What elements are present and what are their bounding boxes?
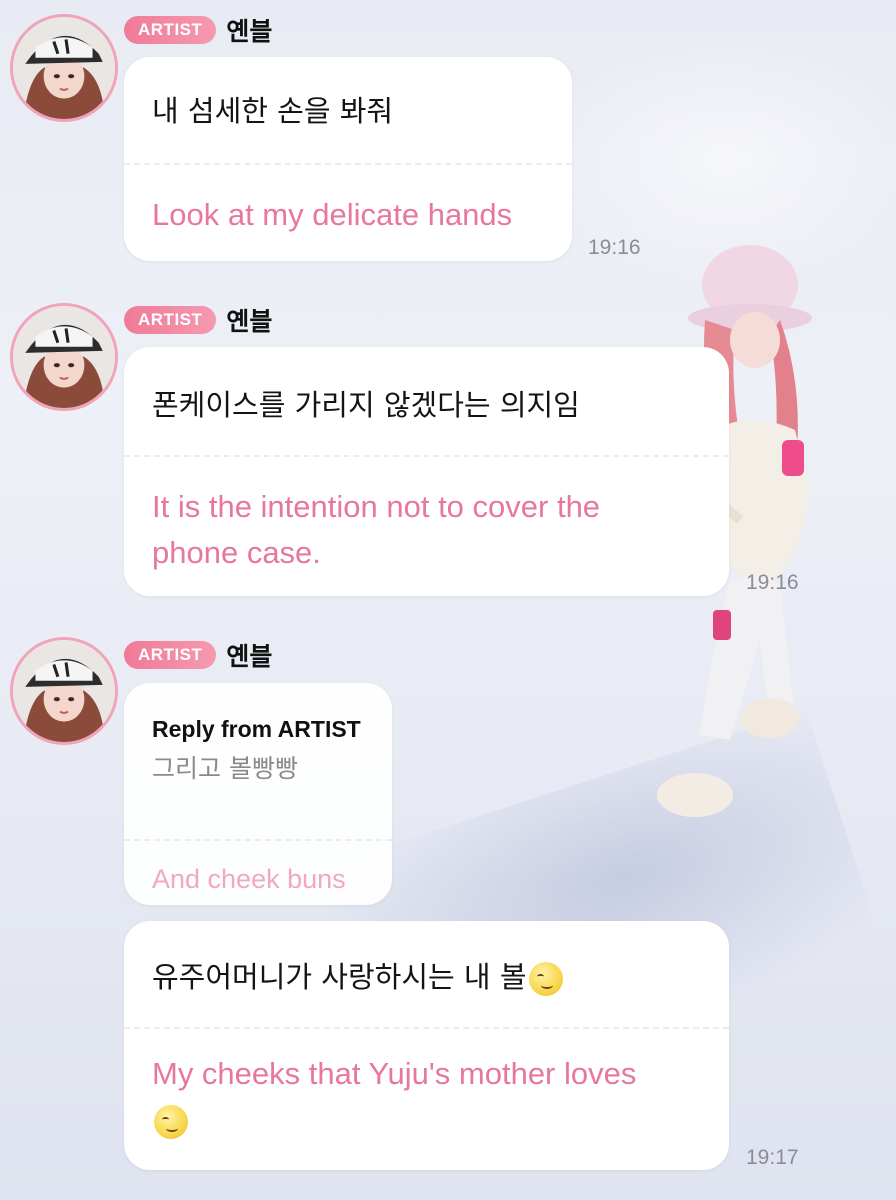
artist-avatar[interactable] — [10, 637, 118, 745]
message-korean-line: 유주어머니가 사랑하시는 내 볼 — [124, 921, 729, 1027]
sender-name[interactable]: 옌블 — [226, 637, 272, 673]
artist-badge: ARTIST — [124, 641, 217, 669]
message-korean-text: 폰케이스를 가리지 않겠다는 의지임 — [152, 388, 580, 422]
message-timestamp: 19:16 — [588, 236, 641, 259]
message-timestamp: 19:17 — [746, 1146, 799, 1169]
reply-translation-text: And cheek buns — [152, 864, 346, 894]
message-translation-line: My cheeks that Yuju's mother loves — [124, 1029, 729, 1143]
artist-avatar[interactable] — [10, 14, 118, 122]
reply-header: Reply from ARTIST — [152, 716, 361, 742]
sender-name[interactable]: 옌블 — [226, 302, 272, 338]
message-translation-text: Look at my delicate hands — [152, 197, 513, 232]
moon-face-emoji-icon — [154, 1104, 188, 1139]
message-korean-text: 유주어머니가 사랑하시는 내 볼 — [152, 960, 527, 994]
artist-badge: ARTIST — [124, 306, 217, 334]
message-bubble[interactable]: 유주어머니가 사랑하시는 내 볼 My cheeks that Yuju's m… — [124, 921, 729, 1170]
sender-name[interactable]: 옌블 — [226, 12, 272, 48]
message-timestamp: 19:16 — [746, 571, 799, 594]
message-bubble[interactable]: 폰케이스를 가리지 않겠다는 의지임 It is the intention n… — [124, 347, 729, 596]
message-bubble[interactable]: 내 섬세한 손을 봐줘 Look at my delicate hands — [124, 57, 572, 261]
message-korean-text: 내 섬세한 손을 봐줘 — [152, 94, 394, 128]
reply-korean-text: 그리고 볼빵빵 — [152, 754, 298, 783]
artist-avatar[interactable] — [10, 303, 118, 411]
message-translation-text: It is the intention not to cover the pho… — [152, 489, 601, 570]
artist-badge: ARTIST — [124, 16, 217, 44]
message-translation-text: My cheeks that Yuju's mother loves — [152, 1056, 637, 1091]
moon-face-emoji-icon — [528, 962, 563, 996]
reply-bubble[interactable]: Reply from ARTIST 그리고 볼빵빵 And cheek buns — [124, 683, 392, 905]
